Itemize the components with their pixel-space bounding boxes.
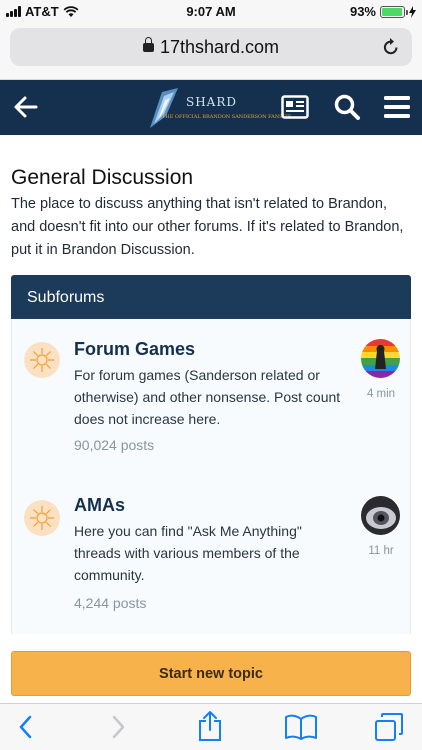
logo-subtitle: THE OFFICIAL BRANDON SANDERSON FANSITE [162,114,292,120]
last-post-time: 4 min [366,388,396,400]
logo-title: SHARD [186,95,238,109]
start-new-topic-button[interactable]: Start new topic [11,651,411,696]
address-bar[interactable]: 17thshard.com [10,28,412,66]
site-header: SHARD THE OFFICIAL BRANDON SANDERSON FAN… [0,80,422,135]
shard-logo-icon [150,88,178,128]
browser-chrome: 17thshard.com [0,24,422,80]
battery-percent: 93% [349,4,376,19]
battery-group: 93% [350,4,416,19]
activity-feed-icon[interactable] [281,95,309,119]
subforums-header: Subforums [11,275,411,319]
tabs-icon[interactable] [374,712,404,742]
lock-icon [142,37,154,52]
last-poster-avatar[interactable] [361,496,400,535]
forum-unread-icon [24,342,60,378]
forum-description: For forum games (Sanderson related or ot… [74,367,341,427]
battery-icon [380,5,408,18]
url-display[interactable]: 17thshard.com [10,37,412,58]
charging-icon [409,5,416,18]
forum-post-count: 90,024 posts [74,437,155,453]
reload-icon[interactable] [382,37,400,57]
status-bar: AT&T 9:07 AM 93% [0,0,422,24]
site-logo[interactable]: SHARD THE OFFICIAL BRANDON SANDERSON FAN… [140,86,292,130]
menu-icon[interactable] [384,95,410,119]
search-icon[interactable] [333,93,361,121]
forum-description: Here you can find "Ask Me Anything" thre… [74,523,302,583]
forum-title-link[interactable]: AMAs [74,495,125,516]
forward-icon [112,715,125,739]
url-text: 17thshard.com [159,37,280,57]
back-arrow-icon[interactable] [12,93,40,121]
bookmarks-icon[interactable] [284,714,318,740]
back-icon[interactable] [16,713,36,741]
page-title: General Discussion [11,166,194,189]
forum-unread-icon [24,500,60,536]
page-description: The place to discuss anything that isn't… [11,196,404,258]
last-post-time: 11 hr [368,545,394,557]
browser-toolbar [0,703,422,750]
forum-post-count: 4,244 posts [74,595,147,611]
last-poster-avatar[interactable] [361,339,400,378]
share-icon[interactable] [197,710,223,742]
forum-title-link[interactable]: Forum Games [74,339,195,360]
subforums-list: Forum Games For forum games (Sanderson r… [11,319,411,634]
